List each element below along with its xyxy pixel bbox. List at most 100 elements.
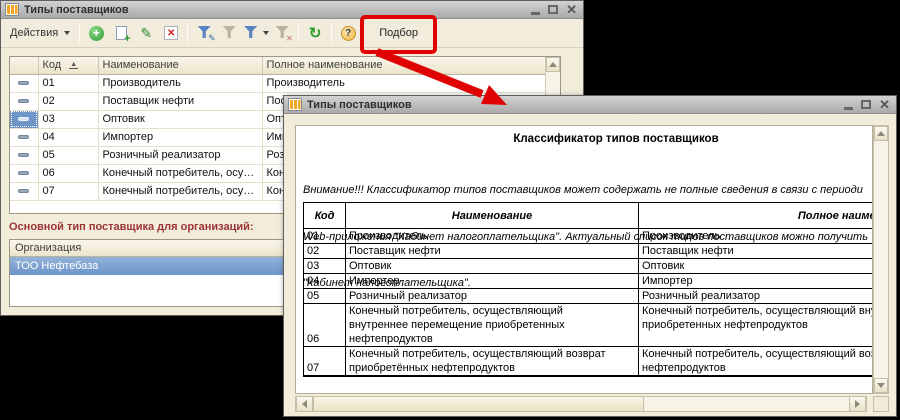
table-row[interactable]: 06 Конечный потребитель, осуществляющий … — [304, 304, 874, 347]
item-dash-icon — [18, 171, 29, 175]
cell-name[interactable]: Оптовик — [346, 259, 639, 274]
scroll-right-button[interactable] — [849, 397, 866, 411]
cell-name[interactable]: Оптовик — [98, 110, 262, 128]
row-marker-cell[interactable] — [10, 74, 38, 92]
cell-fullname[interactable]: Конечный потребитель, осуществляющий воз… — [639, 347, 874, 377]
column-header-code[interactable]: Код▲ — [38, 57, 98, 74]
filter-clear-button[interactable] — [270, 21, 294, 45]
cell-name[interactable]: Производитель — [98, 74, 262, 92]
vertical-scrollbar[interactable] — [873, 125, 889, 394]
cell-code[interactable]: 07 — [304, 347, 346, 377]
cell-fullname[interactable]: Конечный потребитель, осуществляющий вну… — [639, 304, 874, 347]
cell-fullname[interactable]: Поставщик нефти — [639, 244, 874, 259]
item-dash-icon — [18, 81, 29, 85]
table-row[interactable]: 05 Розничный реализатор Розничный реализ… — [304, 289, 874, 304]
scroll-left-button[interactable] — [296, 397, 313, 411]
window-icon — [5, 3, 19, 16]
row-marker-cell[interactable] — [10, 182, 38, 200]
close-button[interactable]: ✕ — [566, 3, 577, 16]
horizontal-scrollbar[interactable] — [295, 396, 867, 412]
cell-code[interactable]: 04 — [304, 274, 346, 289]
cell-code[interactable]: 04 — [38, 128, 98, 146]
titlebar: Типы поставщиков ✕ — [284, 96, 896, 114]
help-icon — [341, 26, 356, 41]
cell-fullname[interactable]: Импортер — [639, 274, 874, 289]
cell-name[interactable]: Импортер — [346, 274, 639, 289]
table-row[interactable]: 02 Поставщик нефти Поставщик нефти — [304, 244, 874, 259]
delete-button[interactable] — [159, 21, 183, 45]
edit-button[interactable] — [134, 21, 158, 45]
cell-name[interactable]: Импортер — [98, 128, 262, 146]
table-row[interactable]: 01 Производитель Производитель — [10, 74, 545, 92]
cell-code[interactable]: 01 — [304, 229, 346, 244]
cell-fullname[interactable]: Оптовик — [639, 259, 874, 274]
add-button[interactable] — [84, 21, 108, 45]
copy-button[interactable] — [109, 21, 133, 45]
filter-menu-button[interactable] — [242, 21, 269, 45]
cell-fullname[interactable]: Производитель — [262, 74, 545, 92]
minimize-button[interactable] — [844, 107, 853, 110]
refresh-button[interactable] — [303, 21, 327, 45]
cell-code[interactable]: 03 — [304, 259, 346, 274]
cell-name[interactable]: Производитель — [346, 229, 639, 244]
filter-by-value-button[interactable] — [217, 21, 241, 45]
column-header-name[interactable]: Наименование — [98, 57, 262, 74]
filter-settings-icon — [196, 26, 213, 40]
cell-name[interactable]: Розничный реализатор — [346, 289, 639, 304]
chevron-down-icon — [64, 31, 70, 35]
row-marker-cell[interactable] — [10, 146, 38, 164]
close-button[interactable]: ✕ — [879, 98, 890, 111]
scroll-down-button[interactable] — [874, 378, 888, 393]
scrollbar-corner — [873, 396, 889, 412]
table-row[interactable]: 03 Оптовик Оптовик — [304, 259, 874, 274]
cell-name[interactable]: Конечный потребитель, осуществляющий вну… — [98, 164, 262, 182]
cell-name[interactable]: Конечный потребитель, осуществляющий вну… — [346, 304, 639, 347]
item-dash-icon — [18, 99, 29, 103]
cell-code[interactable]: 01 — [38, 74, 98, 92]
cell-code[interactable]: 05 — [304, 289, 346, 304]
table-row[interactable]: 04 Импортер Импортер — [304, 274, 874, 289]
arrow-down-icon — [877, 383, 885, 388]
actions-menu-button[interactable]: Действия — [5, 21, 75, 45]
column-header-fullname[interactable]: Полное наименование — [262, 57, 545, 74]
cell-name[interactable]: Конечный потребитель, осуществляющий воз… — [346, 347, 639, 377]
document-title: Классификатор типов поставщиков — [296, 133, 873, 145]
maximize-button[interactable] — [861, 100, 871, 109]
cell-code[interactable]: 03 — [38, 110, 98, 128]
table-row[interactable]: 01 Производитель Производитель — [304, 229, 874, 244]
arrow-left-icon — [302, 400, 307, 408]
cell-name[interactable]: Поставщик нефти — [346, 244, 639, 259]
scrollbar-thumb[interactable] — [313, 397, 644, 411]
cell-code[interactable]: 02 — [304, 244, 346, 259]
minimize-button[interactable] — [531, 12, 540, 15]
arrow-right-icon — [855, 400, 860, 408]
filter-settings-button[interactable] — [192, 21, 216, 45]
scroll-up-button[interactable] — [546, 57, 560, 72]
classifier-document: Классификатор типов поставщиков Внимание… — [295, 125, 873, 394]
column-header-marker[interactable] — [10, 57, 38, 74]
scroll-up-button[interactable] — [874, 126, 888, 141]
filter-by-value-icon — [221, 26, 238, 40]
refresh-icon — [309, 24, 322, 42]
cell-fullname[interactable]: Производитель — [639, 229, 874, 244]
maximize-button[interactable] — [548, 5, 558, 14]
scrollbar-track[interactable] — [644, 397, 849, 411]
titlebar: Типы поставщиков ✕ — [1, 1, 583, 19]
cell-code[interactable]: 06 — [304, 304, 346, 347]
cell-code[interactable]: 02 — [38, 92, 98, 110]
cell-name[interactable]: Поставщик нефти — [98, 92, 262, 110]
row-marker-cell[interactable] — [10, 164, 38, 182]
row-marker-cell[interactable] — [10, 92, 38, 110]
cell-fullname[interactable]: Розничный реализатор — [639, 289, 874, 304]
row-marker-cell[interactable] — [10, 128, 38, 146]
cell-code[interactable]: 05 — [38, 146, 98, 164]
podbor-button[interactable]: Подбор — [367, 21, 430, 45]
cell-code[interactable]: 07 — [38, 182, 98, 200]
cell-name[interactable]: Конечный потребитель, осуществляющий воз… — [98, 182, 262, 200]
toolbar-separator — [331, 23, 332, 43]
row-marker-cell-selected[interactable] — [10, 110, 38, 128]
table-row[interactable]: 07 Конечный потребитель, осуществляющий … — [304, 347, 874, 377]
cell-code[interactable]: 06 — [38, 164, 98, 182]
help-button[interactable] — [336, 21, 360, 45]
cell-name[interactable]: Розничный реализатор — [98, 146, 262, 164]
